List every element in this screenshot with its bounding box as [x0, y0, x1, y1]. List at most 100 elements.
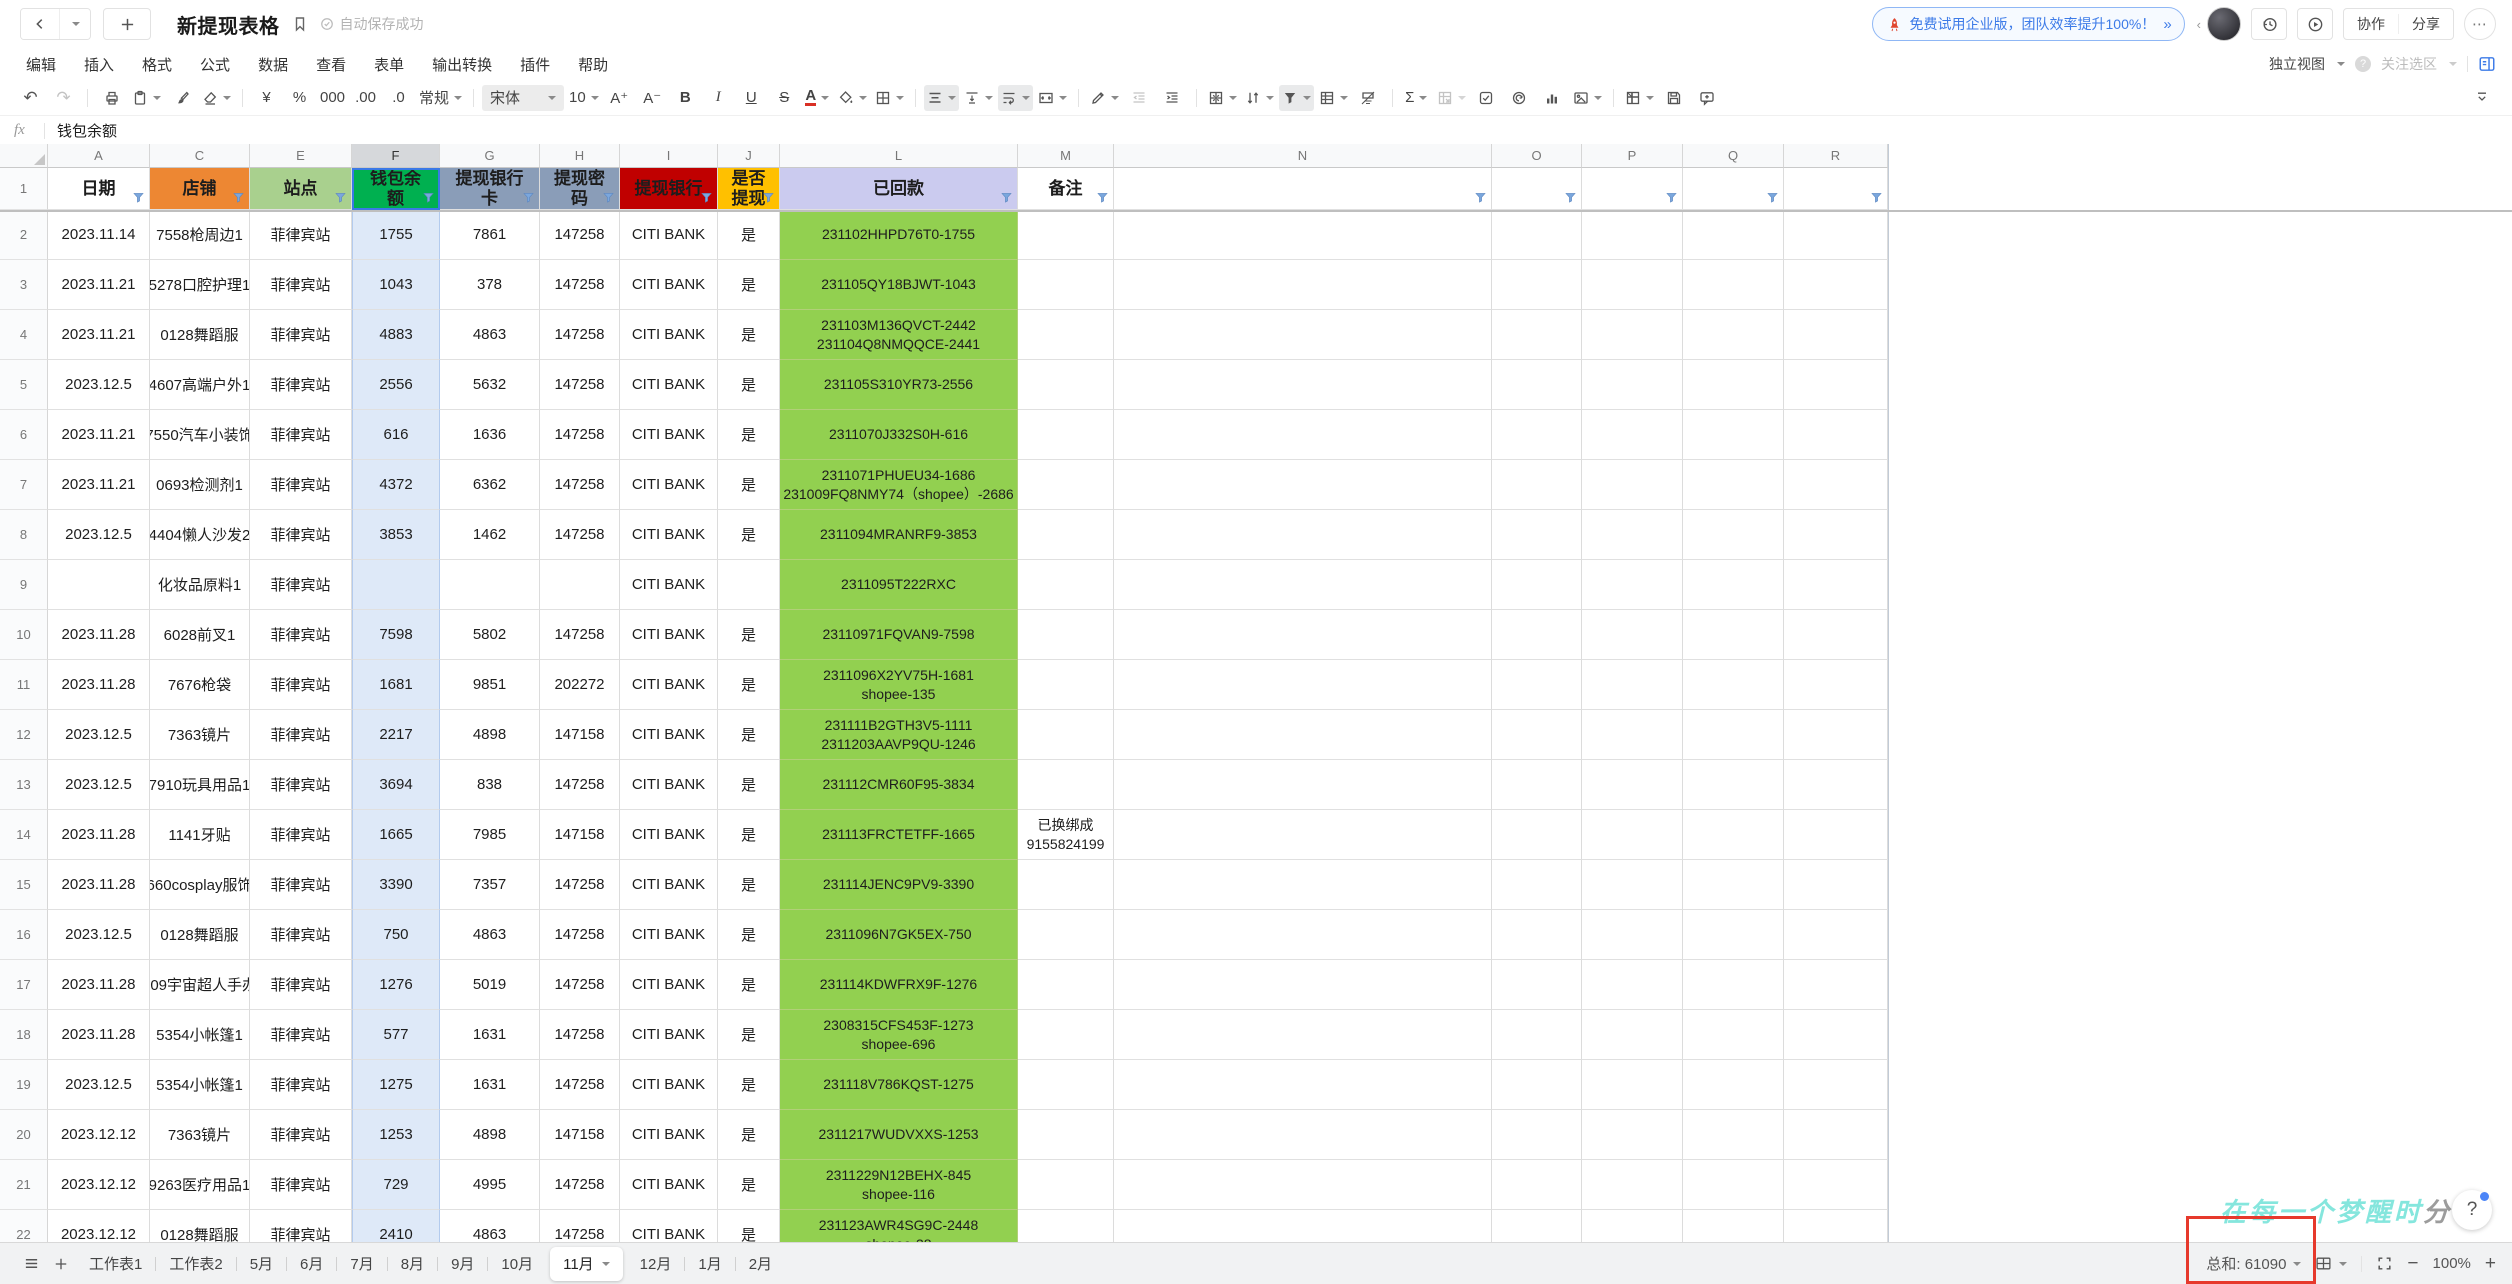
cell-F20[interactable]: 1253: [352, 1110, 440, 1160]
cell-N4[interactable]: [1114, 310, 1492, 360]
cell-I18[interactable]: CITI BANK: [620, 1010, 718, 1060]
cell-I15[interactable]: CITI BANK: [620, 860, 718, 910]
cell-O16[interactable]: [1492, 910, 1582, 960]
cell-N14[interactable]: [1114, 810, 1492, 860]
cell-C1[interactable]: 店铺: [150, 168, 250, 210]
cell-M9[interactable]: [1018, 560, 1114, 610]
cell-H3[interactable]: 147258: [540, 260, 620, 310]
menu-item-6[interactable]: 表单: [360, 54, 418, 75]
cell-I19[interactable]: CITI BANK: [620, 1060, 718, 1110]
row-header-2[interactable]: 2: [0, 210, 48, 260]
cell-G15[interactable]: 7357: [440, 860, 540, 910]
increase-decimal-button[interactable]: .00: [350, 85, 381, 111]
cell-C14[interactable]: 1141牙贴: [150, 810, 250, 860]
row-header-4[interactable]: 4: [0, 310, 48, 360]
cell-A18[interactable]: 2023.11.28: [48, 1010, 150, 1060]
cell-F22[interactable]: 2410: [352, 1210, 440, 1242]
zoom-level[interactable]: 100%: [2433, 1255, 2471, 1272]
column-header-N[interactable]: N: [1114, 144, 1492, 168]
cell-C22[interactable]: 0128舞蹈服: [150, 1210, 250, 1242]
cell-N20[interactable]: [1114, 1110, 1492, 1160]
row-header-1[interactable]: 1: [0, 168, 48, 210]
cell-E21[interactable]: 菲律宾站: [250, 1160, 352, 1210]
cell-Q12[interactable]: [1683, 710, 1784, 760]
cell-J21[interactable]: 是: [718, 1160, 780, 1210]
row-header-7[interactable]: 7: [0, 460, 48, 510]
row-header-20[interactable]: 20: [0, 1110, 48, 1160]
row-header-6[interactable]: 6: [0, 410, 48, 460]
cell-C17[interactable]: 4909宇宙超人手办1: [150, 960, 250, 1010]
cell-R20[interactable]: [1784, 1110, 1888, 1160]
cell-L1[interactable]: 已回款: [780, 168, 1018, 210]
cell-O15[interactable]: [1492, 860, 1582, 910]
cell-O18[interactable]: [1492, 1010, 1582, 1060]
cell-A7[interactable]: 2023.11.21: [48, 460, 150, 510]
save-as-button[interactable]: [1659, 85, 1690, 111]
cell-E14[interactable]: 菲律宾站: [250, 810, 352, 860]
cell-I22[interactable]: CITI BANK: [620, 1210, 718, 1242]
cell-M17[interactable]: [1018, 960, 1114, 1010]
cell-A2[interactable]: 2023.11.14: [48, 210, 150, 260]
cell-M2[interactable]: [1018, 210, 1114, 260]
zoom-out-button[interactable]: −: [2407, 1253, 2418, 1275]
vertical-align-button[interactable]: [961, 85, 996, 111]
cell-O4[interactable]: [1492, 310, 1582, 360]
cell-N11[interactable]: [1114, 660, 1492, 710]
column-header-H[interactable]: H: [540, 144, 620, 168]
cell-G10[interactable]: 5802: [440, 610, 540, 660]
cell-C6[interactable]: 7550汽车小装饰: [150, 410, 250, 460]
cell-G2[interactable]: 7861: [440, 210, 540, 260]
cell-J19[interactable]: 是: [718, 1060, 780, 1110]
filter-funnel-icon[interactable]: [422, 191, 435, 204]
cell-A16[interactable]: 2023.12.5: [48, 910, 150, 960]
sheet-tab-2[interactable]: 5月: [237, 1243, 286, 1284]
cell-L16[interactable]: 2311096N7GK5EX-750: [780, 910, 1018, 960]
cell-R1[interactable]: [1784, 168, 1888, 210]
cell-Q11[interactable]: [1683, 660, 1784, 710]
cell-H5[interactable]: 147258: [540, 360, 620, 410]
cell-P5[interactable]: [1582, 360, 1683, 410]
cell-Q8[interactable]: [1683, 510, 1784, 560]
sheet-tab-8[interactable]: 11月: [550, 1246, 623, 1281]
currency-format-button[interactable]: ¥: [251, 85, 282, 111]
back-menu-caret-icon[interactable]: [59, 9, 90, 39]
cell-I5[interactable]: CITI BANK: [620, 360, 718, 410]
filter-funnel-icon[interactable]: [232, 191, 245, 204]
cell-O10[interactable]: [1492, 610, 1582, 660]
cell-J3[interactable]: 是: [718, 260, 780, 310]
column-header-A[interactable]: A◂▸: [48, 144, 150, 168]
cell-H22[interactable]: 147258: [540, 1210, 620, 1242]
cell-E5[interactable]: 菲律宾站: [250, 360, 352, 410]
chart-insert-button[interactable]: [1537, 85, 1568, 111]
cell-M6[interactable]: [1018, 410, 1114, 460]
cell-I12[interactable]: CITI BANK: [620, 710, 718, 760]
cell-E18[interactable]: 菲律宾站: [250, 1010, 352, 1060]
cell-R17[interactable]: [1784, 960, 1888, 1010]
percent-format-button[interactable]: %: [284, 85, 315, 111]
cell-N21[interactable]: [1114, 1160, 1492, 1210]
row-header-8[interactable]: 8: [0, 510, 48, 560]
cell-J8[interactable]: 是: [718, 510, 780, 560]
cell-O7[interactable]: [1492, 460, 1582, 510]
cell-Q6[interactable]: [1683, 410, 1784, 460]
cell-P7[interactable]: [1582, 460, 1683, 510]
filter-funnel-icon[interactable]: [1000, 191, 1013, 204]
cell-C9[interactable]: 化妆品原料1: [150, 560, 250, 610]
cell-G3[interactable]: 378: [440, 260, 540, 310]
cell-R18[interactable]: [1784, 1010, 1888, 1060]
cell-N17[interactable]: [1114, 960, 1492, 1010]
sheet-tab-3[interactable]: 6月: [287, 1243, 336, 1284]
cell-O6[interactable]: [1492, 410, 1582, 460]
cell-Q17[interactable]: [1683, 960, 1784, 1010]
sum-function-button[interactable]: Σ: [1401, 85, 1432, 111]
cell-O1[interactable]: [1492, 168, 1582, 210]
cell-M7[interactable]: [1018, 460, 1114, 510]
cell-J7[interactable]: 是: [718, 460, 780, 510]
cell-O19[interactable]: [1492, 1060, 1582, 1110]
cell-A17[interactable]: 2023.11.28: [48, 960, 150, 1010]
cell-C10[interactable]: 6028前叉1: [150, 610, 250, 660]
cell-C11[interactable]: 7676枪袋: [150, 660, 250, 710]
outdent-button[interactable]: [1124, 85, 1155, 111]
cell-R14[interactable]: [1784, 810, 1888, 860]
cell-A21[interactable]: 2023.12.12: [48, 1160, 150, 1210]
